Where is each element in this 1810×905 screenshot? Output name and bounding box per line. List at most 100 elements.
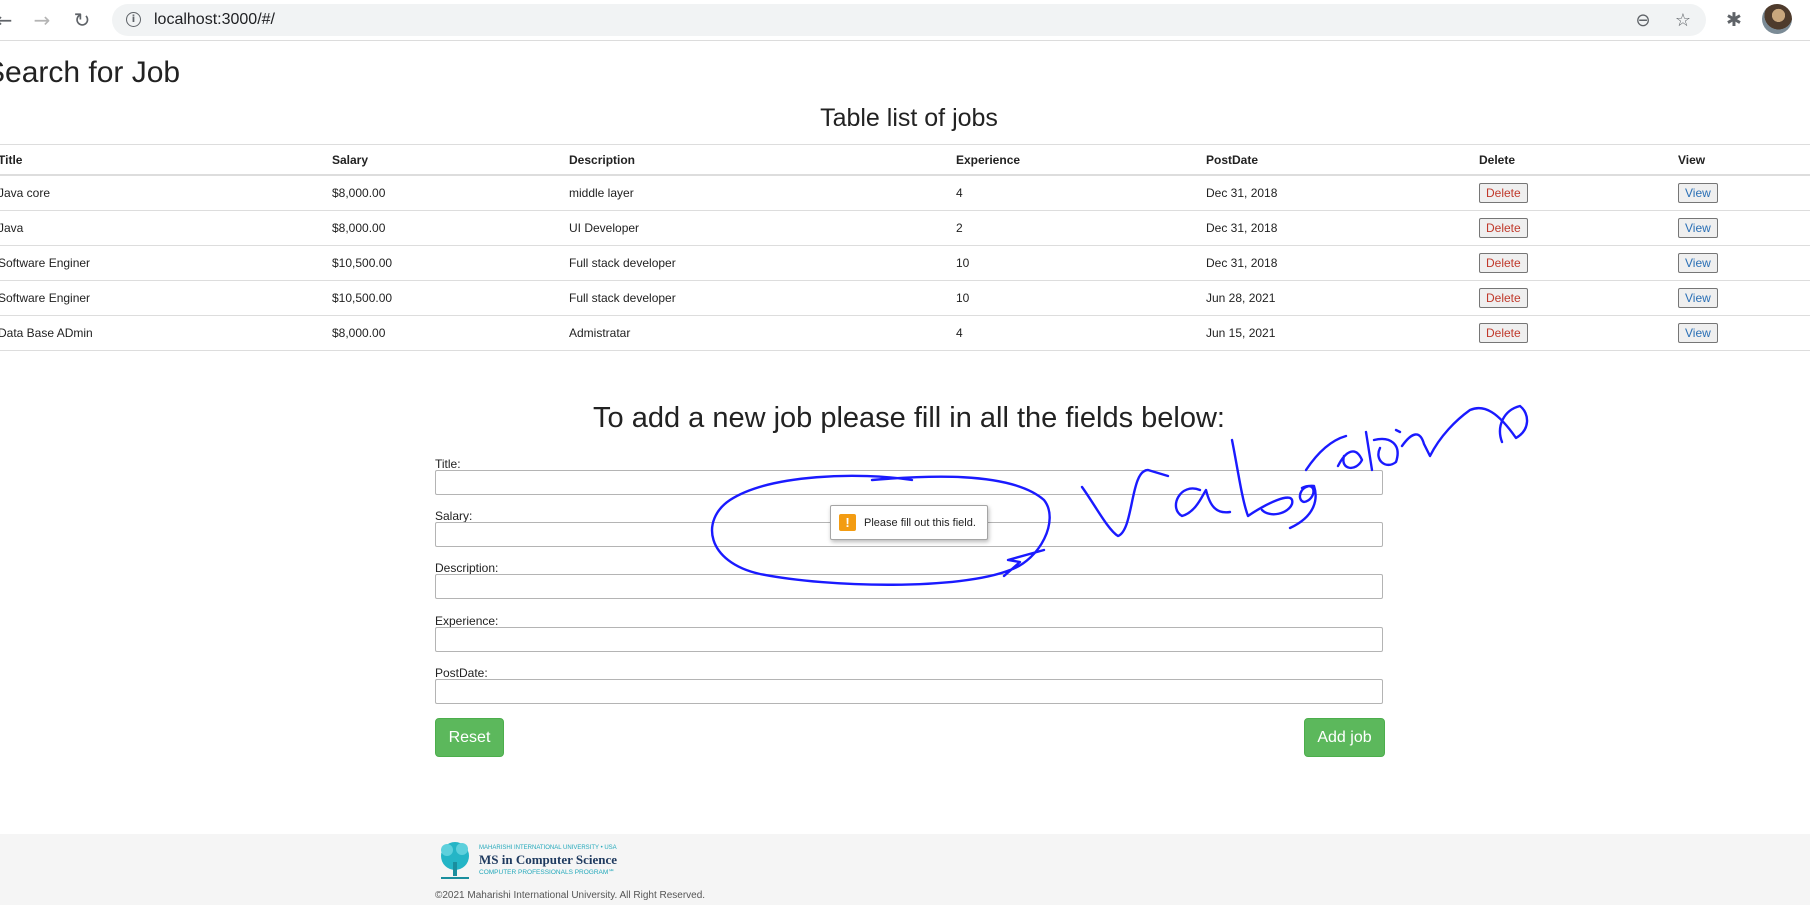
- cell-salary: $10,500.00: [324, 245, 561, 281]
- validation-tooltip: ! Please fill out this field.: [830, 505, 988, 540]
- delete-button[interactable]: Delete: [1479, 288, 1528, 308]
- avatar[interactable]: [1762, 4, 1792, 34]
- table-row: Java $8,000.00 UI Developer 2 Dec 31, 20…: [0, 210, 1810, 246]
- delete-button[interactable]: Delete: [1479, 183, 1528, 203]
- arrow-right-icon: →: [33, 8, 51, 32]
- title-field[interactable]: [435, 470, 1383, 495]
- cell-title: Java: [0, 210, 324, 246]
- column-header-experience: Experience: [948, 144, 1198, 176]
- cell-experience: 2: [948, 210, 1198, 246]
- table-title: Table list of jobs: [820, 104, 998, 132]
- delete-button[interactable]: Delete: [1479, 323, 1528, 343]
- handwritten-annotation: [710, 404, 1529, 586]
- star-icon[interactable]: ☆: [1672, 10, 1694, 32]
- address-bar[interactable]: i localhost:3000/#/ ⊖ ☆: [112, 4, 1706, 36]
- cell-view: View: [1670, 175, 1810, 211]
- copyright-text: ©2021 Maharishi International University…: [435, 890, 706, 901]
- table-row: Software Enginer $10,500.00 Full stack d…: [0, 280, 1810, 316]
- cell-salary: $10,500.00: [324, 280, 561, 316]
- cell-experience: 4: [948, 315, 1198, 351]
- annotation-stroke: [1372, 437, 1399, 467]
- tree-icon: [441, 842, 469, 879]
- back-button[interactable]: ←: [0, 8, 16, 32]
- column-header-salary: Salary: [324, 144, 561, 176]
- column-header-postdate: PostDate: [1198, 144, 1471, 176]
- puzzle-icon[interactable]: ✱: [1722, 8, 1746, 32]
- cell-postdate: Jun 15, 2021: [1198, 315, 1471, 351]
- cell-delete: Delete: [1471, 245, 1670, 281]
- cell-delete: Delete: [1471, 210, 1670, 246]
- reset-button[interactable]: Reset: [435, 718, 504, 757]
- cell-postdate: Dec 31, 2018: [1198, 210, 1471, 246]
- experience-field[interactable]: [435, 627, 1383, 652]
- page-title: Search for Job: [0, 56, 181, 89]
- salary-label: Salary:: [435, 509, 473, 523]
- column-header-description: Description: [561, 144, 948, 176]
- view-button[interactable]: View: [1678, 183, 1718, 203]
- cell-view: View: [1670, 245, 1810, 281]
- view-button[interactable]: View: [1678, 288, 1718, 308]
- cell-description: UI Developer: [561, 210, 948, 246]
- postdate-label: PostDate:: [435, 666, 488, 680]
- cell-title: Software Enginer: [0, 280, 324, 316]
- browser-toolbar: ← → ↻ i localhost:3000/#/ ⊖ ☆ ✱: [0, 0, 1810, 41]
- cell-postdate: Jun 28, 2021: [1198, 280, 1471, 316]
- cell-delete: Delete: [1471, 280, 1670, 316]
- table-row: Java core $8,000.00 middle layer 4 Dec 3…: [0, 175, 1810, 211]
- description-field[interactable]: [435, 574, 1383, 599]
- cell-experience: 10: [948, 280, 1198, 316]
- validation-message: Please fill out this field.: [864, 517, 976, 529]
- jobs-table: Title Salary Description Experience Post…: [0, 144, 1810, 351]
- description-label: Description:: [435, 561, 499, 575]
- view-button[interactable]: View: [1678, 323, 1718, 343]
- cell-description: middle layer: [561, 175, 948, 211]
- form-heading: To add a new job please fill in all the …: [593, 402, 1225, 434]
- experience-label: Experience:: [435, 614, 499, 628]
- cell-view: View: [1670, 210, 1810, 246]
- add-job-button[interactable]: Add job: [1304, 718, 1385, 757]
- cell-postdate: Dec 31, 2018: [1198, 175, 1471, 211]
- reload-icon: ↻: [73, 8, 91, 32]
- logo-program-text: MS in Computer Science: [479, 852, 617, 867]
- cell-salary: $8,000.00: [324, 175, 561, 211]
- column-header-title: Title: [0, 144, 324, 176]
- delete-button[interactable]: Delete: [1479, 218, 1528, 238]
- cell-delete: Delete: [1471, 175, 1670, 211]
- cell-view: View: [1670, 280, 1810, 316]
- info-icon[interactable]: i: [126, 12, 141, 27]
- arrow-left-icon: ←: [0, 8, 13, 32]
- cell-experience: 4: [948, 175, 1198, 211]
- footer: MAHARISHI INTERNATIONAL UNIVERSITY • USA…: [0, 834, 1810, 905]
- url-text[interactable]: localhost:3000/#/: [154, 4, 275, 36]
- annotation-stroke: [1304, 430, 1374, 472]
- view-button[interactable]: View: [1678, 253, 1718, 273]
- postdate-field[interactable]: [435, 679, 1383, 704]
- column-header-delete: Delete: [1471, 144, 1670, 176]
- cell-description: Admistratar: [561, 315, 948, 351]
- cell-description: Full stack developer: [561, 280, 948, 316]
- zoom-out-icon[interactable]: ⊖: [1632, 10, 1654, 32]
- table-header-row: Title Salary Description Experience Post…: [0, 144, 1810, 176]
- cell-title: Software Enginer: [0, 245, 324, 281]
- logo-university-text: MAHARISHI INTERNATIONAL UNIVERSITY • USA: [479, 845, 617, 851]
- cell-salary: $8,000.00: [324, 315, 561, 351]
- cell-title: Java core: [0, 175, 324, 211]
- cell-salary: $8,000.00: [324, 210, 561, 246]
- delete-button[interactable]: Delete: [1479, 253, 1528, 273]
- reload-button[interactable]: ↻: [70, 8, 94, 32]
- view-button[interactable]: View: [1678, 218, 1718, 238]
- cell-delete: Delete: [1471, 315, 1670, 351]
- cell-experience: 10: [948, 245, 1198, 281]
- table-row: Software Enginer $10,500.00 Full stack d…: [0, 245, 1810, 281]
- forward-button[interactable]: →: [30, 8, 54, 32]
- warning-icon: !: [839, 514, 856, 531]
- title-label: Title:: [435, 457, 461, 471]
- logo-tagline-text: COMPUTER PROFESSIONALS PROGRAM℠: [479, 868, 615, 876]
- column-header-view: View: [1670, 144, 1810, 176]
- cell-view: View: [1670, 315, 1810, 351]
- cell-title: Data Base ADmin: [0, 315, 324, 351]
- cell-description: Full stack developer: [561, 245, 948, 281]
- table-row: Data Base ADmin $8,000.00 Admistratar 4 …: [0, 315, 1810, 351]
- university-logo: MAHARISHI INTERNATIONAL UNIVERSITY • USA…: [441, 842, 617, 879]
- cell-postdate: Dec 31, 2018: [1198, 245, 1471, 281]
